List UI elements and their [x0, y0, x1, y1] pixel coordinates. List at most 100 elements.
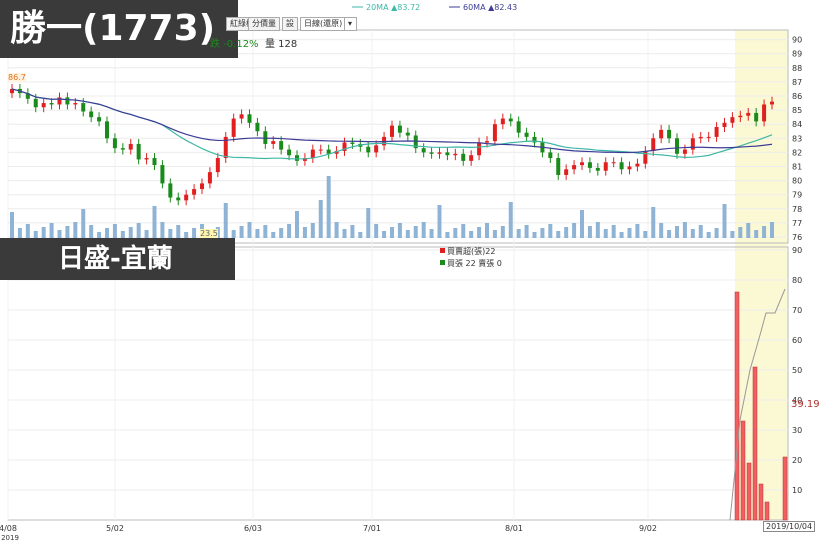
candle-body [247, 114, 252, 123]
flow-tick-label: 30 [792, 426, 802, 435]
volume-bar [33, 231, 38, 238]
volume-bar [136, 223, 141, 238]
volume-bar [326, 176, 331, 238]
candle-body [136, 143, 141, 160]
candle-body [120, 148, 125, 150]
candle-body [215, 158, 220, 173]
volume-bar [500, 226, 505, 238]
volume-bar [160, 222, 165, 238]
flow-tick-label: 20 [792, 456, 802, 465]
volume-bar [81, 209, 86, 238]
candle-body [548, 152, 553, 159]
ma20-legend: 20MA ▲83.72 [366, 3, 421, 12]
price-tick-label: 88 [792, 64, 802, 73]
price-volume-button[interactable]: 分價量 [248, 17, 280, 31]
volume-bar [152, 206, 157, 238]
volume-bar [10, 212, 14, 238]
volume-bar [17, 228, 22, 238]
candle-body [770, 101, 774, 105]
candle-body [477, 142, 482, 156]
volume-bar [754, 230, 759, 238]
volume-bar [41, 227, 46, 238]
volume-bar [350, 225, 355, 238]
price-tick-label: 85 [792, 106, 802, 115]
candle-body [627, 166, 632, 170]
price-tick-label: 84 [792, 120, 802, 129]
volume-bar [120, 231, 125, 238]
candle-body [643, 150, 648, 164]
volume-bar [762, 226, 767, 238]
candle-body [651, 138, 656, 151]
volume-bar [374, 224, 379, 238]
broker-title-overlay: 日盛-宜蘭 [0, 238, 235, 280]
volume-bar [192, 228, 197, 238]
price-tick-label: 80 [792, 177, 802, 186]
date-tag: 2019/10/04 [763, 521, 816, 532]
price-tick-label: 86 [792, 92, 802, 101]
candle-body [105, 121, 109, 139]
volume-bar [461, 224, 466, 238]
volume-bar [405, 230, 410, 238]
candle-body [429, 152, 434, 154]
volume-bar [310, 223, 315, 238]
flow-tick-label: 10 [792, 486, 802, 495]
volume-bar [176, 225, 181, 238]
volume-bar [469, 231, 474, 238]
candle-body [390, 125, 394, 137]
volume-bar [112, 224, 117, 238]
flow-bar [782, 456, 788, 521]
ma60-legend: 60MA ▲82.43 [463, 3, 518, 12]
volume-bar [263, 225, 268, 238]
price-tick-label: 83 [792, 134, 802, 143]
volume-bar [564, 227, 569, 238]
value-tag: 39.19 [791, 399, 820, 410]
volume-bar [698, 225, 703, 238]
candle-body [587, 162, 592, 168]
candle-body [508, 118, 513, 122]
candle-body [556, 158, 561, 175]
volume-bar [595, 222, 600, 238]
price-tick-label: 77 [792, 219, 802, 228]
volume-bar [390, 227, 394, 238]
chevron-down-icon[interactable]: ▾ [344, 17, 357, 31]
volume-bar [587, 226, 592, 238]
candle-body [524, 132, 529, 137]
candle-body [176, 197, 181, 201]
price-tick-label: 81 [792, 163, 802, 172]
volume-bar [25, 224, 30, 238]
volume-bar [635, 224, 640, 238]
legend-main: 買賣超(張)22 [447, 247, 496, 256]
volume-bar [603, 229, 608, 238]
volume-bar [57, 230, 62, 238]
volume-bar [397, 223, 402, 238]
volume-bar [548, 224, 553, 238]
candle-body [279, 141, 284, 150]
volume-bar [144, 230, 149, 238]
candle-body [184, 194, 189, 201]
candle-body [445, 152, 450, 156]
candle-body [611, 162, 616, 164]
volume-bar [168, 229, 173, 238]
candle-body [746, 112, 751, 116]
volume-bar [73, 222, 78, 238]
price-tick-label: 79 [792, 191, 802, 200]
volume-bar [366, 208, 371, 238]
start-tag: 23.5 [200, 229, 218, 238]
candle-body [168, 183, 173, 198]
change-text: 跌 -0.12% [210, 39, 259, 50]
candle-body [366, 146, 371, 153]
candle-body [738, 115, 743, 118]
settings-button[interactable]: 設 [282, 17, 298, 31]
candle-body [128, 143, 133, 150]
candle-body [659, 129, 664, 139]
candle-body [374, 145, 379, 153]
candle-body [619, 162, 624, 170]
volume-bar [287, 224, 292, 238]
candle-body [706, 136, 711, 138]
x-tick-label: 5/02 [106, 524, 124, 533]
candle-body [144, 158, 149, 160]
volume-bar [706, 232, 711, 238]
flow-tick-label: 50 [792, 366, 802, 375]
candle-body [200, 183, 204, 190]
volume-bar [714, 228, 719, 238]
